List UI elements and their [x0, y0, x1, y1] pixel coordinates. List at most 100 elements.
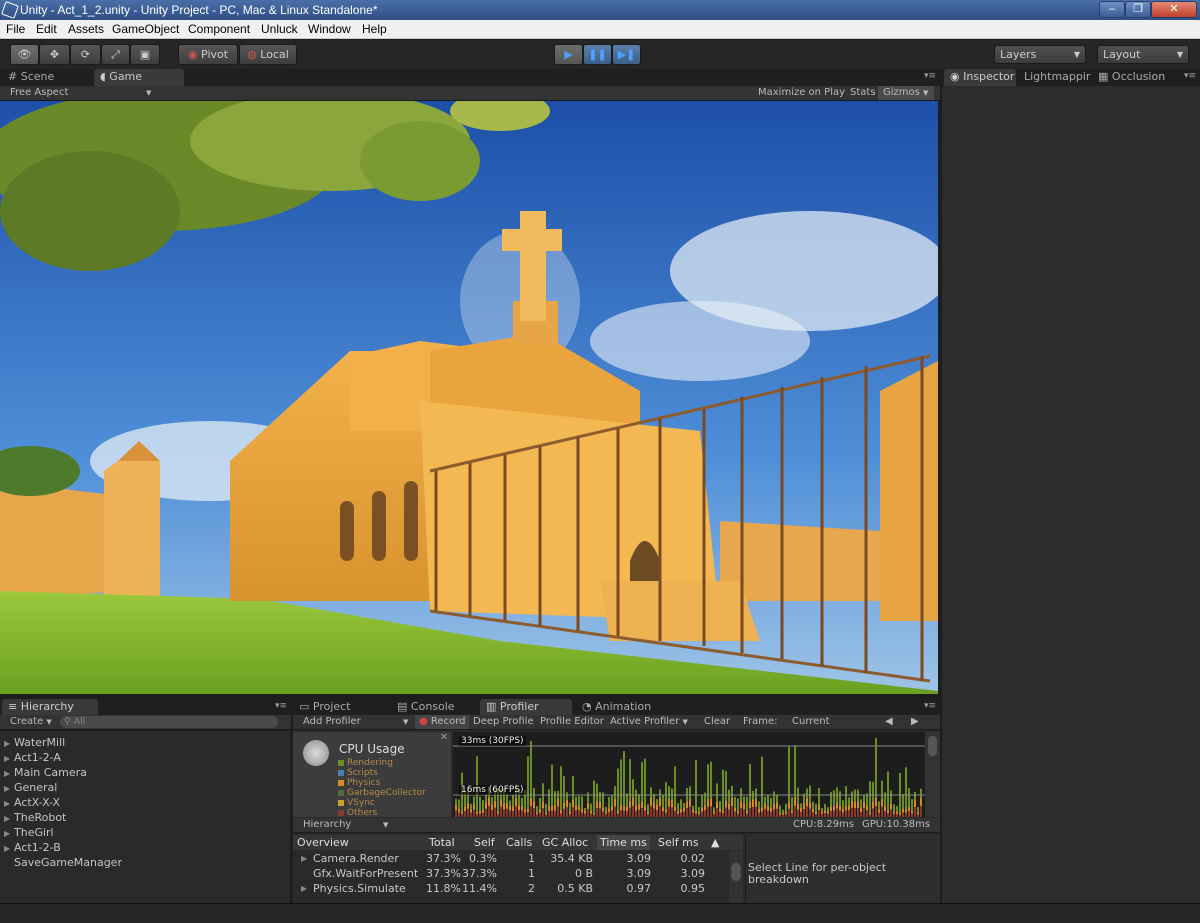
tab-hierarchy[interactable]: ≡ Hierarchy: [2, 699, 98, 716]
pause-button[interactable]: ❚❚: [583, 44, 612, 65]
prev-frame-button[interactable]: ◀: [885, 715, 893, 729]
tab-animation[interactable]: ◔ Animation: [576, 699, 676, 716]
create-dropdown[interactable]: Create ▼: [10, 715, 52, 729]
table-row[interactable]: ▶ Physics.Simulate 11.8% 11.4% 2 0.5 KB …: [293, 881, 733, 896]
layers-dropdown[interactable]: Layers ▼: [994, 45, 1086, 64]
scrollbar-thumb[interactable]: [731, 863, 741, 881]
tab-menu-icon[interactable]: ▾≡: [924, 701, 936, 711]
tab-profiler[interactable]: ▥ Profiler: [480, 699, 572, 716]
list-item[interactable]: SaveGameManager: [4, 856, 122, 869]
legend-item[interactable]: VSync: [338, 798, 375, 808]
legend-item[interactable]: GarbageCollector: [338, 788, 426, 798]
column-header[interactable]: Self ms: [658, 835, 699, 850]
sort-arrow-icon[interactable]: ▲: [711, 835, 719, 850]
legend-item[interactable]: Others: [338, 808, 377, 818]
tab-game[interactable]: ◖ Game: [94, 69, 184, 86]
list-item-label: TheGirl: [14, 826, 54, 839]
local-toggle[interactable]: ◍ Local: [239, 44, 297, 65]
expand-arrow-icon[interactable]: ▶: [4, 829, 14, 838]
list-item[interactable]: ▶ General: [4, 781, 57, 794]
expand-arrow-icon[interactable]: ▶: [4, 769, 14, 778]
tab-lightmapping[interactable]: Lightmappir: [1018, 69, 1098, 86]
gizmos-dropdown[interactable]: Gizmos ▼: [878, 86, 934, 100]
column-header[interactable]: Overview: [297, 835, 349, 850]
pivot-toggle[interactable]: ◉ Pivot: [178, 44, 238, 65]
list-item[interactable]: ▶ Act1-2-B: [4, 841, 61, 854]
menu-unlock[interactable]: Unluck: [261, 22, 298, 36]
close-button[interactable]: ✕: [1151, 1, 1197, 18]
step-button[interactable]: ▶❚: [612, 44, 641, 65]
cpu-usage-module[interactable]: CPU Usage ✕ Rendering Scripts Physics Ga…: [293, 732, 451, 818]
maximize-button[interactable]: ❐: [1125, 1, 1151, 18]
list-item[interactable]: ▶ TheGirl: [4, 826, 54, 839]
clear-button[interactable]: Clear: [704, 715, 730, 729]
expand-arrow-icon[interactable]: ▶: [4, 754, 14, 763]
column-header[interactable]: GC Alloc: [542, 835, 588, 850]
next-frame-button[interactable]: ▶: [911, 715, 919, 729]
move-tool-button[interactable]: ✥: [39, 44, 70, 65]
hierarchy-search-input[interactable]: ⚲ All: [60, 716, 278, 728]
minimize-button[interactable]: –: [1099, 1, 1125, 18]
scale-tool-button[interactable]: ⤢: [101, 44, 130, 65]
rect-tool-button[interactable]: ▣: [130, 44, 160, 65]
view-tool-button[interactable]: 👁: [10, 44, 39, 65]
add-profiler-dropdown[interactable]: Add Profiler: [303, 715, 361, 729]
tab-console[interactable]: ▤ Console: [391, 699, 475, 716]
tab-scene[interactable]: # Scene: [2, 69, 92, 86]
tab-menu-icon[interactable]: ▾≡: [275, 701, 287, 711]
expand-arrow-icon[interactable]: ▶: [4, 814, 14, 823]
expand-arrow-icon[interactable]: ▶: [301, 881, 307, 896]
table-row[interactable]: ▶ Camera.Render 37.3% 0.3% 1 35.4 KB 3.0…: [293, 851, 733, 866]
menu-component[interactable]: Component: [188, 22, 250, 36]
list-item[interactable]: ▶ WaterMill: [4, 736, 65, 749]
column-header[interactable]: Calls: [506, 835, 532, 850]
tab-menu-icon[interactable]: ▾≡: [1184, 71, 1196, 81]
cpu-usage-graph[interactable]: 33ms (30FPS) 16ms (60FPS): [453, 732, 925, 817]
list-item[interactable]: ▶ TheRobot: [4, 811, 66, 824]
graph-spike: [527, 812, 529, 817]
active-profiler-dropdown[interactable]: Active Profiler ▼: [610, 715, 688, 729]
list-item[interactable]: ▶ Act1-2-A: [4, 751, 61, 764]
graph-spike: [821, 808, 823, 812]
legend-item[interactable]: Scripts: [338, 768, 378, 778]
menu-window[interactable]: Window: [308, 22, 351, 36]
column-header[interactable]: Time ms: [597, 835, 650, 850]
stats-toggle[interactable]: Stats: [850, 86, 876, 100]
profile-editor-toggle[interactable]: Profile Editor: [540, 715, 604, 729]
play-button[interactable]: ▶: [554, 44, 583, 65]
expand-arrow-icon[interactable]: ▶: [301, 851, 307, 866]
table-row[interactable]: Gfx.WaitForPresent 37.3% 37.3% 1 0 B 3.0…: [293, 866, 733, 881]
expand-arrow-icon[interactable]: ▶: [4, 739, 14, 748]
tab-occlusion[interactable]: ▦ Occlusion: [1092, 69, 1182, 86]
game-view-viewport[interactable]: [0, 101, 938, 694]
legend-item[interactable]: Physics: [338, 778, 380, 788]
expand-arrow-icon[interactable]: ▶: [4, 784, 14, 793]
view-mode-dropdown[interactable]: Hierarchy: [303, 818, 351, 832]
expand-arrow-icon[interactable]: ▶: [4, 799, 14, 808]
table-scrollbar[interactable]: [729, 851, 743, 903]
list-item[interactable]: ▶ ActX-X-X: [4, 796, 60, 809]
scrollbar-thumb[interactable]: [928, 736, 937, 756]
menu-help[interactable]: Help: [362, 22, 387, 36]
tab-menu-icon[interactable]: ▾≡: [924, 71, 936, 81]
deep-profile-toggle[interactable]: Deep Profile: [473, 715, 534, 729]
legend-item[interactable]: Rendering: [338, 758, 393, 768]
menu-gameobject[interactable]: GameObject: [112, 22, 179, 36]
close-icon[interactable]: ✕: [440, 732, 448, 743]
column-header[interactable]: Total: [429, 835, 455, 850]
record-toggle[interactable]: ● Record: [415, 715, 470, 729]
aspect-dropdown[interactable]: Free Aspect: [10, 86, 68, 100]
expand-arrow-icon[interactable]: ▶: [4, 844, 14, 853]
graph-spike: [599, 792, 601, 802]
maximize-on-play-toggle[interactable]: Maximize on Play: [758, 86, 845, 100]
column-header[interactable]: Self: [474, 835, 495, 850]
tab-project[interactable]: ▭ Project: [293, 699, 389, 716]
menu-file[interactable]: File: [6, 22, 25, 36]
list-item[interactable]: ▶ Main Camera: [4, 766, 87, 779]
graph-scrollbar[interactable]: [925, 732, 940, 817]
menu-edit[interactable]: Edit: [36, 22, 57, 36]
layout-dropdown[interactable]: Layout ▼: [1097, 45, 1189, 64]
menu-assets[interactable]: Assets: [68, 22, 104, 36]
rotate-tool-button[interactable]: ⟳: [70, 44, 101, 65]
tab-inspector[interactable]: ◉ Inspector: [944, 69, 1016, 86]
